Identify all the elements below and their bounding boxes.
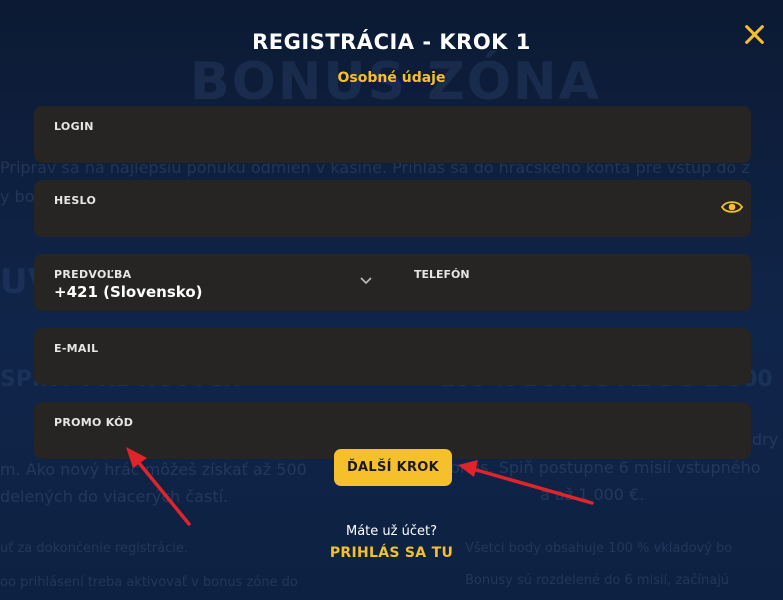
password-input[interactable] [54,208,701,232]
email-label: E-MAIL [54,342,99,355]
chevron-down-icon[interactable] [359,276,373,286]
login-input[interactable] [54,134,701,158]
background-text: m. Ako nový hráč môžeš získať až 500 [0,460,307,479]
background-text: y bo [0,187,35,206]
background-text: delených do viacerých častí. [0,487,229,506]
background-text: oo prihlásení treba aktivovať v bonus zó… [0,575,298,590]
modal-subtitle: Osobné údaje [337,70,446,86]
password-label: HESLO [54,194,97,207]
background-text: a až 1 000 €. [540,485,645,504]
next-step-button[interactable]: ĎALŠÍ KROK [334,449,452,486]
have-account-text: Máte už účet? [346,524,437,539]
eye-icon[interactable] [721,199,743,215]
password-field[interactable]: HESLO [34,180,751,237]
login-label: LOGIN [54,120,94,133]
background-text: Bonusy sú rozdelené do 6 misií, začínajú [465,573,730,588]
modal-title: REGISTRÁCIA - KROK 1 [252,30,531,54]
login-link[interactable]: PRIHLÁS SA TU [330,545,453,561]
promo-code-label: PROMO KÓD [54,416,134,429]
email-input[interactable] [54,356,701,380]
prefix-label: PREDVOĽBA [54,268,132,281]
background-text: dry [752,430,779,449]
phone-input[interactable] [414,282,731,306]
background-text: bonus. Spiň postupne 6 misií vstupného [440,458,761,477]
prefix-select[interactable]: +421 (Slovensko) [54,283,203,301]
login-field[interactable]: LOGIN [34,106,751,163]
phone-field-group: PREDVOĽBA +421 (Slovensko) TELEFÓN [34,254,751,311]
email-field[interactable]: E-MAIL [34,328,751,385]
phone-label: TELEFÓN [414,268,470,281]
